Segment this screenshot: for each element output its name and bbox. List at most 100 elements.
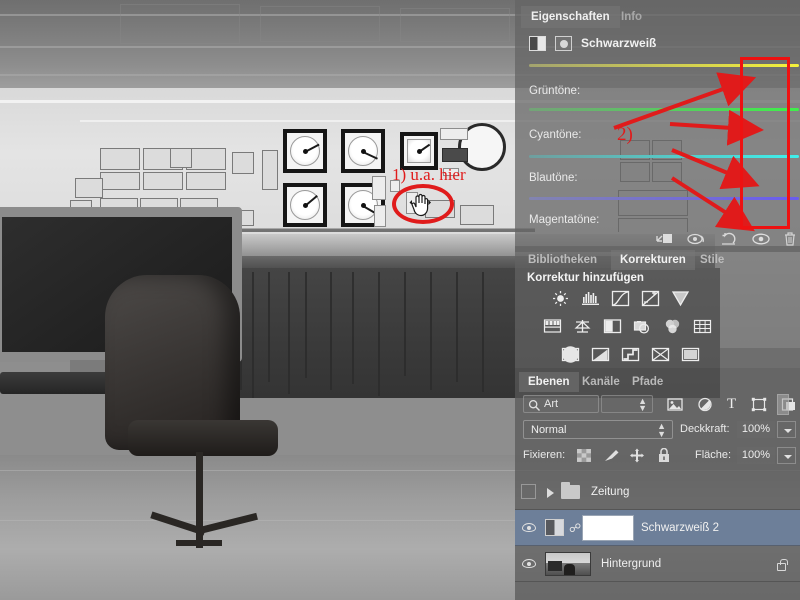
photo-ceiling-panel	[260, 6, 380, 42]
photo-cable	[404, 272, 406, 376]
tab-pfade[interactable]: Pfade	[623, 372, 672, 392]
tab-stile-label: Stile	[700, 254, 725, 266]
photo-cable	[330, 272, 332, 390]
hue-saturation-icon[interactable]	[543, 318, 562, 335]
lock-all-icon[interactable]	[657, 448, 671, 463]
tab-korrekturen-label: Korrekturen	[620, 254, 686, 266]
lock-label: Fixieren:	[523, 449, 566, 461]
layer-name-schwarzweiss-2: Schwarzweiß 2	[641, 522, 719, 534]
layer-thumbnail-adjustment[interactable]	[545, 519, 564, 536]
properties-title: Schwarzweiß	[581, 36, 657, 50]
layer-visibility-cell[interactable]	[515, 546, 543, 582]
vibrance-icon[interactable]	[671, 290, 690, 307]
fill-dropdown-arrow[interactable]	[777, 447, 796, 464]
exposure-icon[interactable]	[641, 290, 660, 307]
tab-kanaele[interactable]: Kanäle	[573, 372, 629, 392]
brightness-contrast-icon[interactable]	[551, 290, 570, 307]
photo-indicator	[372, 176, 386, 200]
gauge-hub	[360, 148, 366, 154]
type-layer-filter-icon[interactable]: T	[727, 396, 736, 413]
tab-bibliotheken-label: Bibliotheken	[528, 254, 598, 266]
pixel-layer-filter-icon[interactable]	[667, 397, 683, 412]
adjustments-panel[interactable]: Bibliotheken Korrekturen Stile Korrektur…	[515, 246, 800, 368]
thumb-chair	[564, 564, 575, 575]
table-row[interactable]: Hintergrund	[515, 546, 800, 582]
photo-ceiling-panel	[400, 8, 510, 42]
threshold-icon[interactable]	[621, 346, 640, 363]
layer-visibility-empty[interactable]	[521, 484, 536, 499]
tab-kanaele-label: Kanäle	[582, 376, 620, 388]
delete-icon[interactable]	[783, 231, 797, 247]
photo-filter-icon[interactable]	[633, 318, 652, 335]
label-cyantoene: Cyantöne:	[529, 129, 582, 141]
filter-toggle-icon[interactable]	[777, 394, 789, 415]
layer-mask-thumbnail[interactable]	[582, 515, 634, 541]
annotation-rect-values	[740, 57, 790, 229]
photo-wall-box	[100, 172, 140, 190]
opacity-value[interactable]: 100%	[737, 421, 775, 438]
curves-icon[interactable]	[611, 290, 630, 307]
lock-transparency-icon[interactable]	[577, 449, 591, 462]
color-lookup-icon[interactable]	[693, 318, 712, 335]
fill-value[interactable]: 100%	[737, 447, 775, 464]
tab-ebenen-label: Ebenen	[528, 376, 570, 388]
black-white-icon[interactable]	[603, 318, 622, 335]
tab-ebenen[interactable]: Ebenen	[519, 372, 579, 392]
shape-layer-filter-icon[interactable]	[751, 397, 767, 412]
layer-visibility-cell[interactable]	[515, 510, 543, 546]
clip-to-layer-icon[interactable]	[655, 231, 673, 247]
photo-cable	[456, 272, 458, 382]
posterize-icon[interactable]	[591, 346, 610, 363]
layer-filter-select[interactable]: Art	[523, 395, 599, 413]
tab-eigenschaften[interactable]: Eigenschaften	[521, 6, 620, 28]
photo-gauge	[283, 129, 327, 173]
photo-indicator	[374, 205, 386, 227]
layer-filter-kind-select[interactable]: ▲ ▼	[601, 395, 653, 413]
gradient-map-icon[interactable]	[651, 346, 670, 363]
photo-cable	[252, 272, 254, 398]
photo-wall-box	[460, 205, 494, 225]
adjustments-heading: Korrektur hinzufügen	[527, 272, 644, 284]
photo-wall-box	[232, 152, 254, 174]
opacity-dropdown-arrow[interactable]	[777, 421, 796, 438]
label-gruentoene: Grüntöne:	[529, 85, 581, 97]
reset-icon[interactable]	[720, 231, 738, 247]
visibility-eye-icon[interactable]	[751, 231, 771, 247]
levels-icon[interactable]	[581, 290, 600, 307]
photo-wall-box	[100, 148, 140, 170]
visibility-eye-icon[interactable]	[522, 559, 536, 568]
layer-list: Zeitung ☍ Schwarzweiß 2 Hintergrund	[515, 474, 800, 600]
annotation-label-step2: 2)	[617, 124, 633, 145]
photo-chair-seat	[128, 420, 278, 456]
visibility-eye-icon[interactable]	[522, 523, 536, 532]
layer-name-zeitung: Zeitung	[591, 486, 630, 498]
channel-mixer-icon[interactable]	[663, 318, 682, 335]
chevron-right-icon[interactable]	[547, 488, 554, 498]
properties-title-row: Schwarzweiß	[515, 32, 800, 56]
table-row[interactable]: ☍ Schwarzweiß 2	[515, 510, 800, 546]
table-row[interactable]: Zeitung	[515, 474, 800, 510]
tab-info[interactable]: Info	[611, 6, 652, 28]
invert-icon[interactable]	[561, 346, 580, 363]
selective-color-icon[interactable]	[681, 346, 700, 363]
tab-stile[interactable]: Stile	[691, 250, 733, 270]
layers-panel[interactable]: Ebenen Kanäle Pfade Art ▲ ▼ T Normal ▲ ▼…	[515, 368, 800, 600]
tab-korrekturen[interactable]: Korrekturen	[611, 250, 695, 270]
color-balance-icon[interactable]	[573, 318, 592, 335]
blend-mode-select[interactable]: Normal ▲ ▼	[523, 420, 673, 439]
tab-eigenschaften-label: Eigenschaften	[531, 11, 610, 23]
search-icon	[528, 399, 540, 411]
layer-visibility-cell[interactable]	[515, 474, 543, 510]
photo-wall-box	[186, 148, 226, 170]
toggle-preview-icon[interactable]	[687, 231, 707, 247]
blend-mode-row: Normal ▲ ▼ Deckkraft: 100%	[515, 420, 800, 442]
photo-chair-leg	[176, 540, 222, 546]
lock-position-icon[interactable]	[629, 448, 645, 463]
photo-cable	[482, 272, 484, 392]
lock-image-icon[interactable]	[603, 448, 621, 463]
lock-row: Fixieren: Fläche: 100%	[515, 446, 800, 468]
adjustment-layer-filter-icon[interactable]	[697, 397, 713, 412]
tab-bibliotheken[interactable]: Bibliotheken	[519, 250, 606, 270]
layer-thumbnail-background[interactable]	[545, 552, 591, 576]
link-icon[interactable]: ☍	[569, 521, 581, 535]
